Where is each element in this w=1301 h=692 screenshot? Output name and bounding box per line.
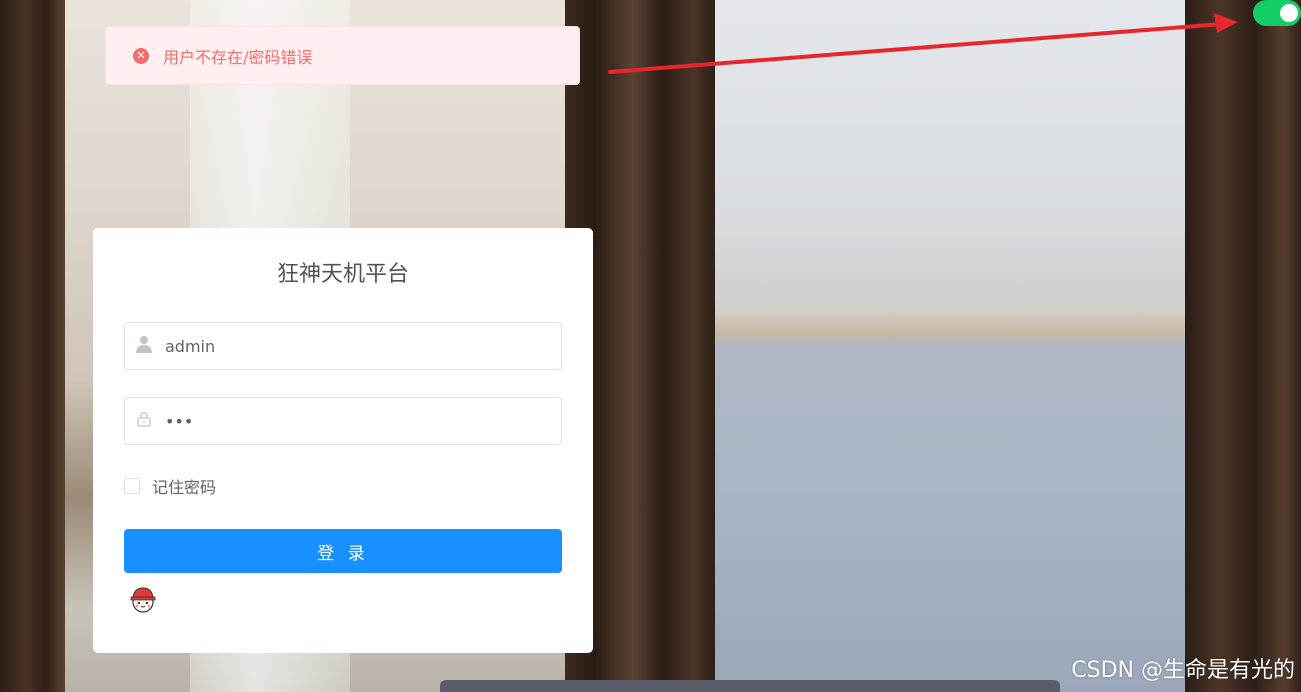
csdn-watermark: CSDN @生命是有光的 (1071, 658, 1295, 683)
theme-toggle-switch[interactable] (1253, 0, 1301, 26)
username-input[interactable] (163, 335, 547, 357)
login-card: 狂神天机平台 记住密码 登 录 (93, 228, 593, 653)
login-title: 狂神天机平台 (276, 262, 409, 287)
lock-icon (125, 411, 163, 431)
alert-message: 用户不存在/密码错误 (163, 47, 313, 67)
remember-checkbox[interactable] (124, 478, 140, 494)
switch-knob (1280, 4, 1298, 22)
login-button[interactable]: 登 录 (124, 529, 562, 573)
error-alert: ✕ 用户不存在/密码错误 (105, 26, 580, 85)
remember-label: 记住密码 (152, 478, 217, 497)
password-input[interactable] (163, 410, 547, 432)
remember-password[interactable]: 记住密码 (124, 474, 216, 498)
password-field[interactable] (124, 397, 562, 445)
error-circle-icon: ✕ (133, 47, 149, 64)
user-icon (125, 335, 163, 357)
mascot-avatar-icon (130, 587, 156, 613)
username-field[interactable] (124, 322, 562, 370)
